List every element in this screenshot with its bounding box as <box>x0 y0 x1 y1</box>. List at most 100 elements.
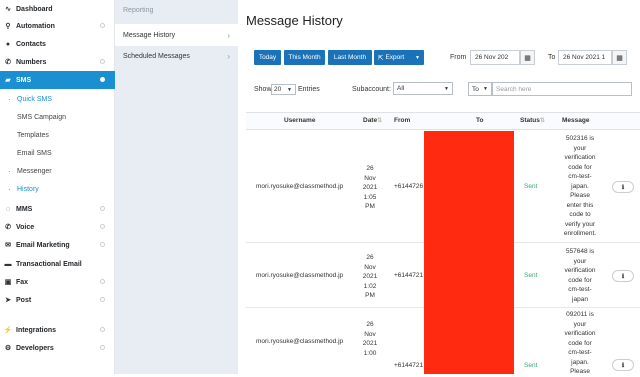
reporting-subnav: Reporting Message History › Scheduled Mes… <box>115 0 238 374</box>
subnav-scheduled-messages[interactable]: Scheduled Messages › <box>115 45 238 67</box>
phone-icon: ✆ <box>5 59 11 66</box>
nav-voice[interactable]: ✆ Voice <box>0 218 115 236</box>
subaccount-label: Subaccount: <box>352 86 391 93</box>
date-cell: 26 Nov 2021 1:05 PM <box>362 165 378 210</box>
page-title: Message History <box>246 13 343 28</box>
info-button[interactable]: ℹ <box>612 359 634 371</box>
to-label: To <box>548 54 556 61</box>
nav-automation[interactable]: ⚲ Automation <box>0 17 115 35</box>
col-message[interactable]: Message <box>562 117 589 124</box>
col-status[interactable]: Status⇅ <box>520 117 545 124</box>
to-filter-select[interactable]: To ▼ <box>468 82 492 96</box>
expand-indicator <box>100 297 105 302</box>
expand-indicator <box>100 242 105 247</box>
info-button[interactable]: ℹ <box>612 181 634 193</box>
message-cell: 092011 is your verification code for cm-test… <box>564 311 596 375</box>
calendar-icon[interactable]: ▦ <box>520 50 535 65</box>
info-icon: ℹ <box>621 362 625 369</box>
username-cell: mori.ryosuke@classmethod.jp <box>256 338 344 345</box>
developers-icon: ⚙ <box>4 345 12 352</box>
integrations-icon: ⚡ <box>3 327 13 334</box>
caret-down-icon: ▼ <box>444 85 449 92</box>
date-cell: 26 Nov 2021 1:00 <box>362 321 378 357</box>
message-cell: 502316 is your verification code for cm-test… <box>563 135 597 237</box>
chat-icon: ▰ <box>5 77 11 84</box>
contacts-icon: ● <box>5 40 11 48</box>
sub-quick-sms[interactable]: · Quick SMS <box>0 90 115 108</box>
export-icon: ⇱ <box>378 54 384 62</box>
nav-contacts[interactable]: ● Contacts <box>0 35 115 53</box>
caret-down-icon: ▼ <box>287 86 292 93</box>
this-month-button[interactable]: This Month <box>284 50 325 65</box>
nav-numbers[interactable]: ✆ Numbers <box>0 53 115 71</box>
chevron-right-icon: › <box>227 51 230 61</box>
status-badge: Sent <box>524 362 538 369</box>
info-button[interactable]: ℹ <box>612 270 634 282</box>
bullet-icon: · <box>8 184 11 194</box>
last-month-button[interactable]: Last Month <box>328 50 372 65</box>
mms-icon: ◌ <box>5 205 11 213</box>
transactional-email-icon: ▬ <box>4 260 12 268</box>
from-date-input[interactable]: 26 Nov 202 <box>470 50 520 65</box>
col-from[interactable]: From <box>394 117 410 124</box>
nav-email-marketing[interactable]: ✉ Email Marketing <box>0 236 115 254</box>
export-button[interactable]: ⇱ Export ▼ <box>374 50 424 65</box>
from-cell: +6144721 <box>394 272 424 279</box>
col-username[interactable]: Username <box>284 117 315 124</box>
redaction-block <box>424 131 514 374</box>
expand-indicator <box>100 206 105 211</box>
username-cell: mori.ryosuke@classmethod.jp <box>256 183 344 190</box>
fax-icon: ▣ <box>4 279 12 286</box>
post-icon: ➤ <box>5 297 11 304</box>
subnav-message-history[interactable]: Message History › <box>115 24 238 46</box>
nav-developers[interactable]: ⚙ Developers <box>0 339 115 357</box>
col-date[interactable]: Date⇅ <box>363 117 382 124</box>
bullet-icon: · <box>8 94 11 104</box>
from-cell: +6144726 <box>394 183 424 190</box>
expand-indicator <box>100 327 105 332</box>
expand-indicator <box>100 23 105 28</box>
bullet-icon: · <box>8 166 11 176</box>
subaccount-select[interactable]: All ▼ <box>393 82 453 95</box>
email-icon: ✉ <box>5 242 11 249</box>
subnav-heading: Reporting <box>123 7 154 14</box>
info-icon: ℹ <box>621 184 625 191</box>
search-input[interactable]: Search here <box>492 82 632 96</box>
expand-indicator <box>100 77 105 82</box>
expand-indicator <box>100 224 105 229</box>
username-cell: mori.ryosuke@classmethod.jp <box>256 272 344 279</box>
info-icon: ℹ <box>621 273 625 280</box>
col-to[interactable]: To <box>476 117 483 124</box>
chart-icon: ∿ <box>5 6 11 13</box>
nav-transactional-email[interactable]: ▬ Transactional Email <box>0 255 115 273</box>
today-button[interactable]: Today <box>254 50 281 65</box>
sub-sms-campaign[interactable]: SMS Campaign <box>0 108 115 126</box>
calendar-icon[interactable]: ▦ <box>612 50 627 65</box>
show-label: Show <box>254 86 272 93</box>
voice-icon: ✆ <box>5 224 11 231</box>
nav-integrations[interactable]: ⚡ Integrations <box>0 321 115 339</box>
automation-icon: ⚲ <box>5 23 11 30</box>
expand-indicator <box>100 345 105 350</box>
message-cell: 557648 is your verification code for cm-test… <box>564 248 596 303</box>
to-date-input[interactable]: 26 Nov 2021 1 <box>558 50 612 65</box>
nav-dashboard[interactable]: ∿ Dashboard <box>0 0 115 18</box>
sub-templates[interactable]: Templates <box>0 126 115 144</box>
entries-select[interactable]: 20 ▼ <box>271 84 296 95</box>
status-badge: Sent <box>524 183 538 190</box>
nav-mms[interactable]: ◌ MMS <box>0 200 115 218</box>
main-sidebar: ∿ Dashboard ⚲ Automation ● Contacts ✆ Number… <box>0 0 115 374</box>
expand-indicator <box>100 59 105 64</box>
caret-down-icon: ▼ <box>483 86 488 92</box>
expand-indicator <box>100 279 105 284</box>
sub-messenger[interactable]: · Messenger <box>0 162 115 180</box>
date-cell: 26 Nov 2021 1:02 PM <box>362 254 378 299</box>
sub-history[interactable]: · History <box>0 180 115 198</box>
nav-post[interactable]: ➤ Post <box>0 291 115 309</box>
from-label: From <box>450 54 467 61</box>
sub-email-sms[interactable]: Email SMS <box>0 144 115 162</box>
nav-sms[interactable]: ▰ SMS <box>0 71 115 89</box>
nav-fax[interactable]: ▣ Fax <box>0 273 115 291</box>
entries-label: Entries <box>298 86 320 93</box>
chevron-right-icon: › <box>227 30 230 40</box>
